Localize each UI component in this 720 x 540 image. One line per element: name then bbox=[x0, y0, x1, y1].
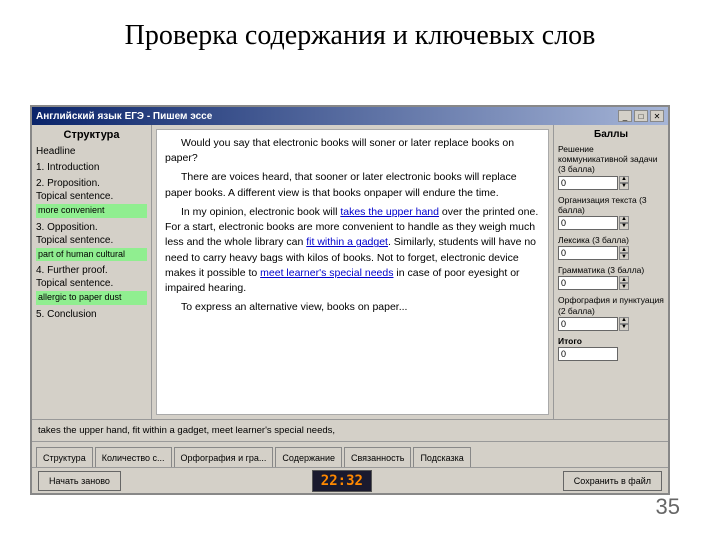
sidebar-item-proposition: 2. Proposition.Topical sentence. more co… bbox=[36, 177, 147, 218]
main-window: Английский язык ЕГЭ - Пишем эссе _ □ ✕ С… bbox=[30, 105, 670, 495]
restart-button[interactable]: Начать заново bbox=[38, 471, 121, 491]
action-row: Начать заново 22:32 Сохранить в файл bbox=[32, 467, 668, 493]
score-communication-down[interactable]: ▼ bbox=[619, 183, 629, 190]
sidebar-item-further-proof: 4. Further proof.Topical sentence. aller… bbox=[36, 264, 147, 305]
window-title: Английский язык ЕГЭ - Пишем эссе bbox=[36, 111, 212, 122]
title-bar: Английский язык ЕГЭ - Пишем эссе _ □ ✕ bbox=[32, 107, 668, 125]
sidebar-header: Структура bbox=[36, 129, 147, 141]
essay-para3: In my opinion, electronic book will take… bbox=[165, 205, 540, 296]
minimize-button[interactable]: _ bbox=[618, 110, 632, 122]
maximize-button[interactable]: □ bbox=[634, 110, 648, 122]
score-spelling-input[interactable] bbox=[558, 317, 618, 331]
timer-display: 22:32 bbox=[312, 470, 372, 492]
link-meet-learners-needs: meet learner's special needs bbox=[260, 267, 393, 279]
tab-kolichestvo[interactable]: Количество с... bbox=[95, 447, 172, 467]
sidebar-item-conclusion: 5. Conclusion bbox=[36, 308, 147, 321]
tab-struktura[interactable]: Структура bbox=[36, 447, 93, 467]
score-grammar-down[interactable]: ▼ bbox=[619, 283, 629, 290]
score-lexics-down[interactable]: ▼ bbox=[619, 253, 629, 260]
score-grammar: Грамматика (3 балла) ▲ ▼ bbox=[558, 265, 664, 290]
score-lexics-up[interactable]: ▲ bbox=[619, 246, 629, 253]
highlight-part-of-human: part of human cultural bbox=[36, 248, 147, 262]
save-button[interactable]: Сохранить в файл bbox=[563, 471, 662, 491]
essay-para1: Would you say that electronic books will… bbox=[165, 136, 540, 166]
score-organization-up[interactable]: ▲ bbox=[619, 216, 629, 223]
score-total-input[interactable] bbox=[558, 347, 618, 361]
sidebar-item-headline: Headline bbox=[36, 145, 147, 158]
score-communication-input[interactable] bbox=[558, 176, 618, 190]
keyword-text: takes the upper hand, fit within a gadge… bbox=[38, 425, 335, 436]
highlight-allergic: allergic to paper dust bbox=[36, 291, 147, 305]
score-total: Итого bbox=[558, 336, 664, 361]
highlight-more-convenient: more convenient bbox=[36, 204, 147, 218]
tabs-row: Структура Количество с... Орфография и г… bbox=[32, 441, 668, 467]
tab-soderzhanie[interactable]: Содержание bbox=[275, 447, 342, 467]
link-takes-upper-hand: takes the upper hand bbox=[340, 206, 439, 218]
score-communication: Решение коммуникативной задачи (3 балла)… bbox=[558, 144, 664, 190]
title-bar-buttons: _ □ ✕ bbox=[618, 110, 664, 122]
essay-para4: To express an alternative view, books on… bbox=[165, 300, 540, 315]
score-lexics-input[interactable] bbox=[558, 246, 618, 260]
slide-number: 35 bbox=[656, 494, 680, 520]
close-button[interactable]: ✕ bbox=[650, 110, 664, 122]
scores-panel: Баллы Решение коммуникативной задачи (3 … bbox=[553, 125, 668, 419]
sidebar-item-introduction: 1. Introduction bbox=[36, 161, 147, 174]
keyword-bar: takes the upper hand, fit within a gadge… bbox=[32, 419, 668, 441]
scores-header: Баллы bbox=[558, 129, 664, 140]
score-spelling: Орфография и пунктуация (2 балла) ▲ ▼ bbox=[558, 295, 664, 330]
sidebar-item-opposition: 3. Opposition.Topical sentence. part of … bbox=[36, 221, 147, 262]
score-grammar-input[interactable] bbox=[558, 276, 618, 290]
page-title: Проверка содержания и ключевых слов bbox=[0, 0, 720, 66]
essay-para2: There are voices heard, that sooner or l… bbox=[165, 170, 540, 200]
score-communication-up[interactable]: ▲ bbox=[619, 176, 629, 183]
content-area: Структура Headline 1. Introduction 2. Pr… bbox=[32, 125, 668, 419]
score-grammar-up[interactable]: ▲ bbox=[619, 276, 629, 283]
score-lexics: Лексика (3 балла) ▲ ▼ bbox=[558, 235, 664, 260]
score-organization: Организация текста (3 балла) ▲ ▼ bbox=[558, 195, 664, 230]
score-organization-input[interactable] bbox=[558, 216, 618, 230]
sidebar: Структура Headline 1. Introduction 2. Pr… bbox=[32, 125, 152, 419]
score-spelling-up[interactable]: ▲ bbox=[619, 317, 629, 324]
link-fit-within-gadget: fit within a gadget bbox=[306, 236, 388, 248]
essay-text-area[interactable]: Would you say that electronic books will… bbox=[156, 129, 549, 415]
score-organization-down[interactable]: ▼ bbox=[619, 223, 629, 230]
tab-podskazka[interactable]: Подсказка bbox=[413, 447, 470, 467]
score-spelling-down[interactable]: ▼ bbox=[619, 324, 629, 331]
tab-svyazannost[interactable]: Связанность bbox=[344, 447, 411, 467]
tab-orfografiya[interactable]: Орфография и гра... bbox=[174, 447, 274, 467]
